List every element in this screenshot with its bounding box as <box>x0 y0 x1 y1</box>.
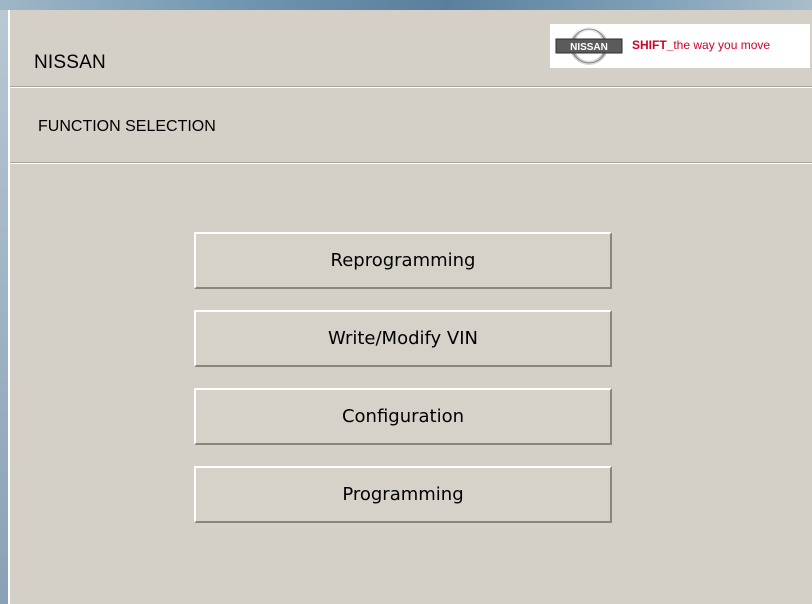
slogan: SHIFT_the way you move <box>632 38 770 52</box>
app-window: NISSAN NISSAN SHIFT_the way you move FUN… <box>8 10 812 604</box>
slogan-rest: the way you move <box>673 38 771 52</box>
programming-button[interactable]: Programming <box>194 466 612 523</box>
slogan-bold: SHIFT_ <box>632 38 674 52</box>
section-title: FUNCTION SELECTION <box>38 118 216 135</box>
header-bar: NISSAN NISSAN SHIFT_the way you move <box>10 10 812 87</box>
nissan-emblem-icon: NISSAN <box>555 27 623 65</box>
section-header: FUNCTION SELECTION <box>10 88 812 163</box>
window-left-frame <box>0 10 8 604</box>
window-title-strip <box>0 0 812 10</box>
write-modify-vin-button[interactable]: Write/Modify VIN <box>194 310 612 367</box>
emblem-text: NISSAN <box>570 42 608 53</box>
nissan-logo-banner: NISSAN SHIFT_the way you move <box>550 24 810 68</box>
brand-title: NISSAN <box>34 52 106 73</box>
configuration-button[interactable]: Configuration <box>194 388 612 445</box>
reprogramming-button[interactable]: Reprogramming <box>194 232 612 289</box>
